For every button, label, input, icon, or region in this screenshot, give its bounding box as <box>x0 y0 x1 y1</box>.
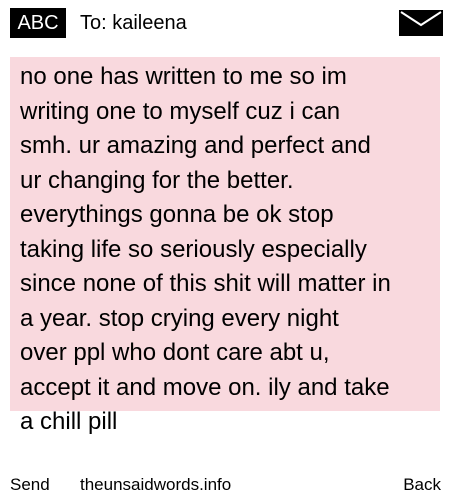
recipient-field[interactable]: To: kaileena <box>80 8 187 38</box>
sms-compose-screen: ABC To: kaileena no one has written to m… <box>0 0 450 500</box>
send-button[interactable]: Send <box>10 470 50 500</box>
input-mode-indicator: ABC <box>10 8 66 38</box>
softkey-bar: Send theunsaidwords.info Back <box>0 470 450 500</box>
envelope-icon[interactable] <box>399 10 443 36</box>
message-body-textarea[interactable]: no one has written to me so im writing o… <box>20 60 438 440</box>
back-button[interactable]: Back <box>403 470 441 500</box>
site-watermark: theunsaidwords.info <box>80 475 232 494</box>
compose-header: ABC To: kaileena <box>0 0 450 46</box>
